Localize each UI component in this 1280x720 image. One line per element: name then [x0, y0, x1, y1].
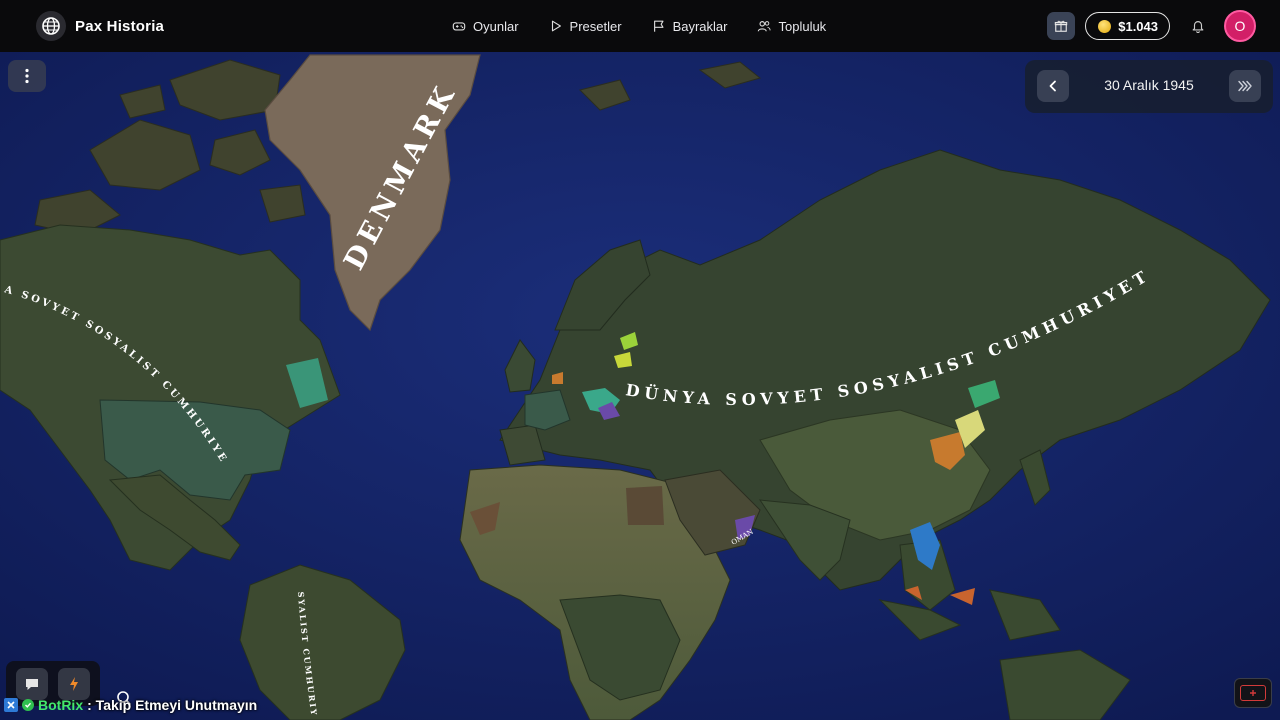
map-menu-button[interactable]	[8, 60, 46, 92]
nav-item-label: Topluluk	[778, 18, 827, 34]
brand[interactable]: Pax Historia	[36, 11, 164, 41]
brand-name: Pax Historia	[75, 17, 165, 35]
timeline-panel: 30 Aralık 1945	[1025, 60, 1273, 113]
globe-icon	[36, 11, 66, 41]
gift-button[interactable]	[1047, 12, 1076, 40]
gamepad-icon	[452, 22, 466, 31]
avatar[interactable]: O	[1224, 10, 1256, 42]
record-button[interactable]	[1234, 678, 1272, 708]
verified-icon	[22, 699, 34, 711]
chat-toast-message: : Takip Etmeyi Unutmayın	[87, 697, 258, 713]
kebab-menu-icon	[25, 68, 29, 84]
coin-balance-button[interactable]: $1.043	[1085, 12, 1170, 40]
top-navigation-bar: Pax Historia Oyunlar Presetler Bayraklar…	[0, 0, 1280, 52]
app-window: Pax Historia Oyunlar Presetler Bayraklar…	[0, 0, 1280, 720]
coin-icon	[1098, 19, 1112, 33]
nav-item-label: Presetler	[569, 18, 622, 34]
header-tools: $1.043 O	[1047, 10, 1256, 42]
triple-chevron-right-icon	[1238, 80, 1252, 92]
notifications-button[interactable]	[1184, 12, 1212, 40]
previous-date-button[interactable]	[1037, 70, 1069, 102]
gift-icon	[1055, 20, 1068, 32]
chat-bubble-icon	[26, 678, 38, 690]
chat-toast-author: BotRix	[38, 697, 84, 713]
record-icon	[1240, 685, 1266, 701]
play-icon	[551, 20, 561, 32]
bell-icon	[1192, 21, 1204, 33]
main-nav: Oyunlar Presetler Bayraklar Topluluk	[452, 0, 826, 52]
chat-toast: BotRix : Takip Etmeyi Unutmayın	[4, 695, 257, 715]
lightning-icon	[70, 676, 78, 691]
nav-item-presets[interactable]: Presetler	[549, 19, 622, 34]
coin-balance: $1.043	[1118, 18, 1158, 34]
nav-item-community[interactable]: Topluluk	[757, 19, 826, 34]
users-icon	[758, 21, 772, 32]
nav-item-flags[interactable]: Bayraklar	[652, 18, 728, 34]
chevron-left-icon	[1049, 80, 1056, 92]
current-date: 30 Aralık 1945	[1104, 77, 1194, 93]
nav-item-games[interactable]: Oyunlar	[452, 19, 519, 34]
world-map[interactable]: DENMARK DÜNYA SOVYET SOSYALIST CUMHURIYE…	[0, 52, 1280, 720]
advance-time-button[interactable]	[1229, 70, 1261, 102]
kick-icon	[4, 698, 18, 712]
nav-item-label: Oyunlar	[473, 18, 519, 34]
flag-icon	[653, 20, 664, 32]
nav-item-label: Bayraklar	[672, 18, 728, 34]
